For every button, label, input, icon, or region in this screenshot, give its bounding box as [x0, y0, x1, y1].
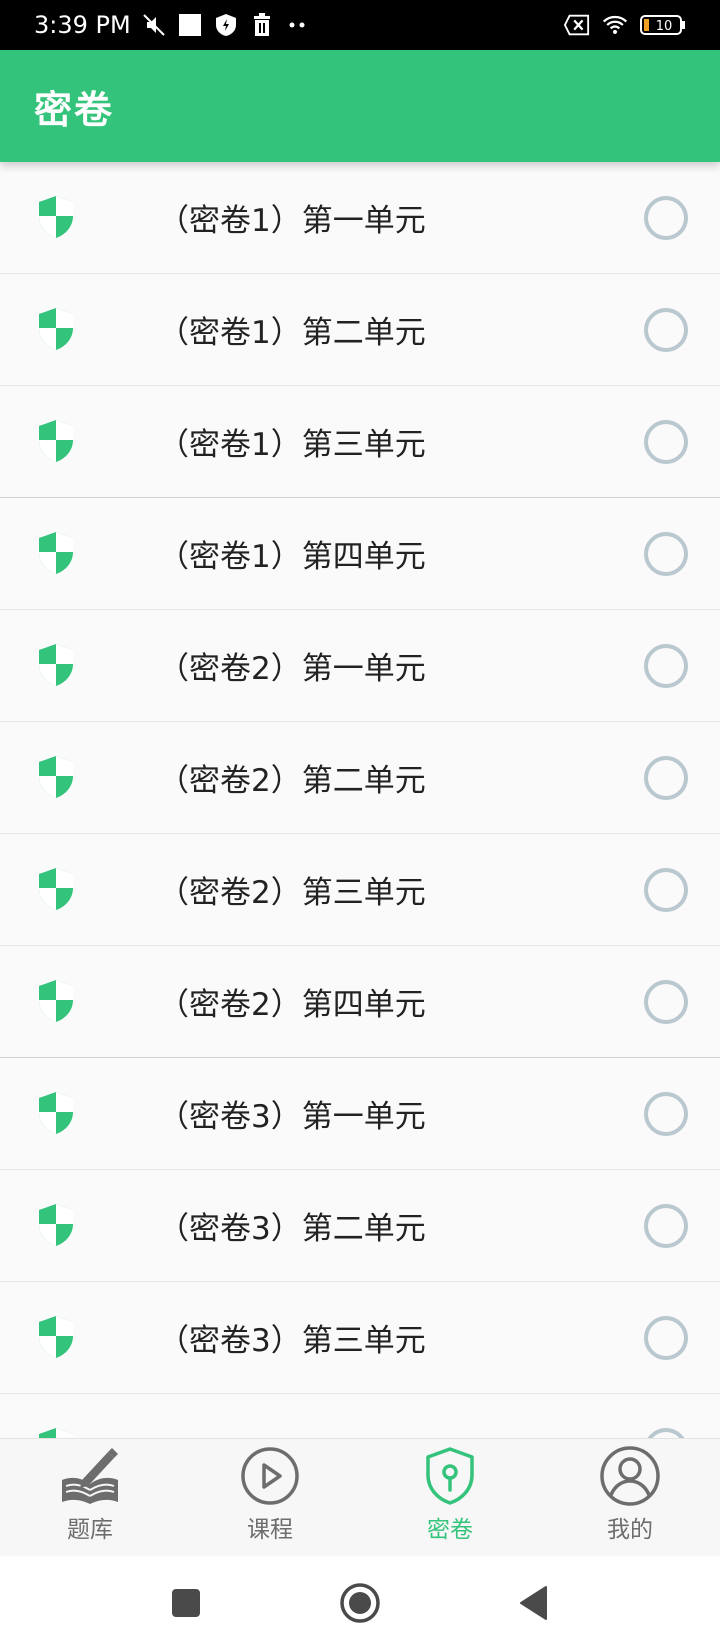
battery-icon: 10 [640, 12, 686, 38]
nav-item-profile[interactable]: 我的 [540, 1439, 720, 1556]
shield-icon [39, 1428, 73, 1438]
nav-item-question-bank[interactable]: 题库 [0, 1439, 180, 1556]
radio-button[interactable] [644, 308, 688, 352]
square-notification-icon [177, 12, 203, 38]
list-item[interactable]: （密卷1）第三单元 [0, 386, 720, 498]
radio-button[interactable] [644, 1316, 688, 1360]
list-item-label: （密卷1）第四单元 [158, 539, 426, 575]
list-item-partial[interactable] [0, 1394, 720, 1438]
list-item-label: （密卷1）第一单元 [158, 203, 426, 239]
radio-button[interactable] [644, 644, 688, 688]
mute-vibrate-icon [141, 12, 167, 38]
shield-icon [39, 644, 73, 686]
shield-keyhole-icon [418, 1444, 482, 1508]
list-item-label: （密卷3）第三单元 [158, 1323, 426, 1359]
page-title: 密卷 [34, 87, 115, 132]
nav-label: 题库 [67, 1517, 113, 1543]
radio-button[interactable] [644, 980, 688, 1024]
nav-item-courses[interactable]: 课程 [180, 1439, 360, 1556]
list-item[interactable]: （密卷3）第一单元 [0, 1058, 720, 1170]
play-circle-icon [238, 1444, 302, 1508]
bottom-nav: 题库 课程 密卷 我的 [0, 1438, 720, 1556]
back-icon[interactable] [512, 1581, 556, 1625]
radio-button[interactable] [644, 1092, 688, 1136]
shield-icon [39, 1204, 73, 1246]
radio-button[interactable] [644, 1204, 688, 1248]
list-item[interactable]: （密卷2）第一单元 [0, 610, 720, 722]
status-bar: 3:39 PM 10 [0, 0, 720, 50]
list-item-label: （密卷3）第一单元 [158, 1099, 426, 1135]
list-item[interactable]: （密卷2）第四单元 [0, 946, 720, 1058]
home-icon[interactable] [338, 1581, 382, 1625]
radio-button[interactable] [644, 420, 688, 464]
nav-item-secret-papers[interactable]: 密卷 [360, 1439, 540, 1556]
shield-icon [39, 1092, 73, 1134]
status-time: 3:39 PM [34, 11, 131, 39]
list-item-label: （密卷2）第三单元 [158, 875, 426, 911]
wifi-icon [602, 12, 628, 38]
list-item-label: （密卷2）第二单元 [158, 763, 426, 799]
list-item[interactable]: （密卷1）第二单元 [0, 274, 720, 386]
list-item[interactable]: （密卷2）第二单元 [0, 722, 720, 834]
nav-label: 课程 [247, 1517, 293, 1543]
radio-button[interactable] [644, 532, 688, 576]
list-item-label: （密卷2）第一单元 [158, 651, 426, 687]
sim-x-icon [564, 12, 590, 38]
list-item[interactable]: （密卷3）第三单元 [0, 1282, 720, 1394]
shield-icon [39, 308, 73, 350]
trash-status-icon [249, 12, 275, 38]
radio-button[interactable] [644, 1428, 688, 1438]
radio-button[interactable] [644, 756, 688, 800]
user-circle-icon [598, 1444, 662, 1508]
list-item-label: （密卷1）第三单元 [158, 427, 426, 463]
shield-icon [39, 196, 73, 238]
shield-icon [39, 532, 73, 574]
app-bar: 密卷 [0, 50, 720, 162]
list-item[interactable]: （密卷1）第四单元 [0, 498, 720, 610]
shield-icon [39, 420, 73, 462]
shield-icon [39, 980, 73, 1022]
list-item-label: （密卷1）第二单元 [158, 315, 426, 351]
list-item-label: （密卷3）第二单元 [158, 1211, 426, 1247]
more-dots-icon [285, 12, 311, 38]
list-item[interactable]: （密卷2）第三单元 [0, 834, 720, 946]
shield-icon [39, 756, 73, 798]
shield-icon [39, 868, 73, 910]
shield-icon [39, 1316, 73, 1358]
list-item[interactable]: （密卷3）第二单元 [0, 1170, 720, 1282]
radio-button[interactable] [644, 868, 688, 912]
shield-status-icon [213, 12, 239, 38]
radio-button[interactable] [644, 196, 688, 240]
book-pencil-icon [58, 1444, 122, 1508]
paper-list[interactable]: （密卷1）第一单元 （密卷1）第二单元 （密卷1）第三单元 （密卷1）第四单元 [0, 162, 720, 1438]
nav-label: 密卷 [427, 1517, 473, 1543]
system-navigation-bar [0, 1556, 720, 1650]
list-item[interactable]: （密卷1）第一单元 [0, 162, 720, 274]
recents-icon[interactable] [164, 1581, 208, 1625]
battery-level: 10 [656, 19, 673, 34]
list-item-label: （密卷2）第四单元 [158, 987, 426, 1023]
nav-label: 我的 [607, 1517, 653, 1543]
